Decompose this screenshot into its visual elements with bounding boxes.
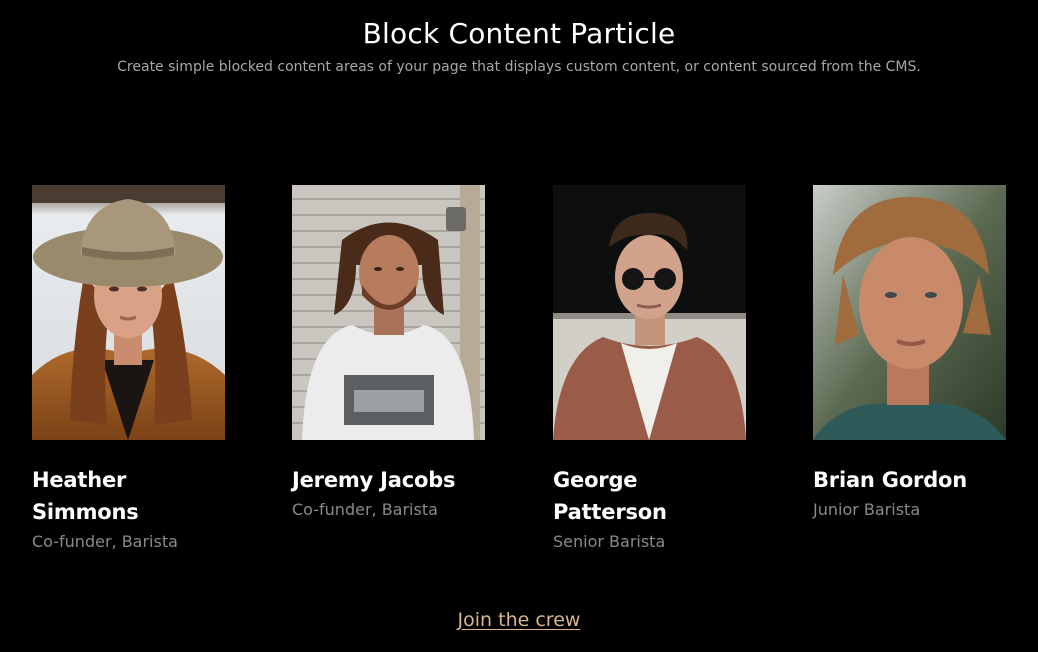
member-photo-image [292,185,485,440]
member-photo-image [32,185,225,440]
page-title: Block Content Particle [362,17,676,50]
member-photo-image [553,185,746,440]
member-photo [32,185,225,440]
member-name: George Patterson [553,468,667,524]
page-header: Block Content Particle Create simple blo… [0,0,1038,76]
member-role: Co-funder, Barista [32,532,178,551]
team-member-card: Heather Simmons Co-funder, Barista [32,185,225,556]
team-grid: Heather Simmons Co-funder, Barista Jerem… [32,185,1006,565]
team-member-card: Brian Gordon Junior Barista [813,185,1006,524]
team-member-card: Jeremy Jacobs Co-funder, Barista [292,185,485,524]
member-photo-image [813,185,1006,440]
member-photo [813,185,1006,440]
team-member-card: George Patterson Senior Barista [553,185,746,556]
member-name: Jeremy Jacobs [292,468,456,492]
member-photo [553,185,746,440]
member-photo [292,185,485,440]
member-role: Senior Barista [553,532,666,551]
member-name: Brian Gordon [813,468,968,492]
member-name-line2: Simmons [32,500,139,524]
member-role: Co-funder, Barista [292,500,438,519]
member-name: Heather Simmons [32,464,225,528]
member-role: Junior Barista [813,500,921,519]
cta-container: Join the crew [0,609,1038,631]
page-subtitle: Create simple blocked content areas of y… [117,59,921,75]
member-name-line1: Heather [32,468,127,492]
join-the-crew-link[interactable]: Join the crew [458,609,581,631]
